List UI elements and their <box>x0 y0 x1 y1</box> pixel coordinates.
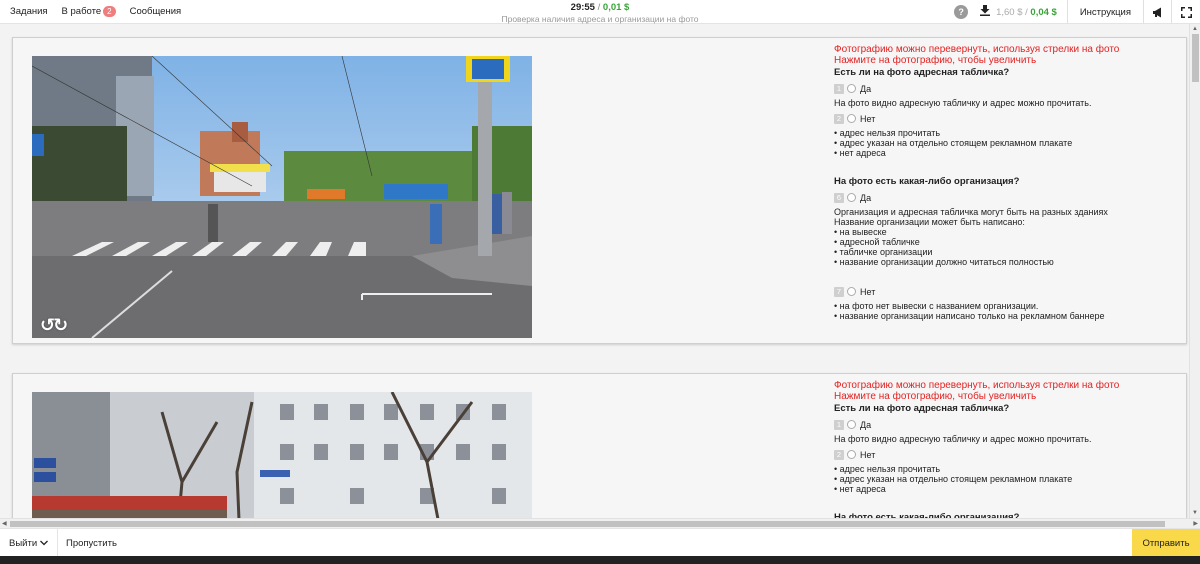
radio-org-no[interactable] <box>847 287 856 296</box>
street-photo[interactable] <box>32 392 532 528</box>
radio-org-yes[interactable] <box>847 193 856 202</box>
bullet: • адрес указан на отдельно стоящем рекла… <box>834 474 1073 484</box>
task-list: ↺↻ Фотографию можно перевернуть, использ… <box>0 24 1200 528</box>
os-taskbar <box>0 556 1200 564</box>
rotate-hint: Фотографию можно перевернуть, используя … <box>834 44 1120 55</box>
top-bar: Задания В работе 2 Сообщения 29:55 / 0,01… <box>0 0 1200 24</box>
bullet: • название организации написано только н… <box>834 311 1105 321</box>
timer: 29:55 <box>570 2 595 13</box>
option-address-yes[interactable]: 1 Да <box>834 419 1174 430</box>
scroll-up-arrow[interactable]: ▲ <box>1192 26 1198 32</box>
exit-label: Выйти <box>9 537 38 549</box>
scroll-left-arrow[interactable]: ◀ <box>2 520 7 527</box>
task-info: 29:55 / 0,01 $ Проверка наличия адреса и… <box>450 2 750 24</box>
balance-total: 1,60 $ <box>996 6 1023 18</box>
hotkey-badge: 2 <box>834 449 844 460</box>
task-price: 0,01 $ <box>602 2 630 13</box>
vertical-scrollbar[interactable]: ▲ ▼ <box>1189 24 1200 518</box>
bullet: • на фото нет вывески с названием органи… <box>834 301 1039 311</box>
bullet: • адрес нельзя прочитать <box>834 128 941 138</box>
rotate-hint: Фотографию можно перевернуть, используя … <box>834 380 1120 391</box>
bullet: • нет адреса <box>834 148 886 158</box>
vertical-scroll-thumb[interactable] <box>1192 34 1199 82</box>
radio-address-no[interactable] <box>847 114 856 123</box>
bullet: • на вывеске <box>834 227 887 237</box>
option-label: Нет <box>860 113 876 124</box>
scroll-right-arrow[interactable]: ▶ <box>1193 520 1198 527</box>
option-description: На фото видно адресную табличку и адрес … <box>834 98 1092 108</box>
hotkey-badge: 1 <box>834 83 844 94</box>
bullet: • название организации должно читаться п… <box>834 257 1054 267</box>
option-address-no[interactable]: 2 Нет <box>834 449 1174 460</box>
option-org-yes[interactable]: 6 Да <box>834 192 1174 203</box>
radio-address-yes[interactable] <box>847 420 856 429</box>
option-label: Да <box>860 419 872 430</box>
option-address-no[interactable]: 2 Нет <box>834 113 1174 124</box>
timer-line: 29:55 / 0,01 $ <box>450 2 750 14</box>
option-org-no[interactable]: 7 Нет <box>834 286 1174 297</box>
hotkey-badge: 1 <box>834 419 844 430</box>
radio-address-yes[interactable] <box>847 84 856 93</box>
horizontal-scrollbar[interactable]: ◀ ▶ <box>0 518 1200 528</box>
hotkey-badge: 2 <box>834 113 844 124</box>
option-description: На фото видно адресную табличку и адрес … <box>834 434 1092 444</box>
in-progress-count-badge: 2 <box>103 6 116 17</box>
task-subtitle: Проверка наличия адреса и организации на… <box>501 14 699 24</box>
bullet: • адрес указан на отдельно стоящем рекла… <box>834 138 1073 148</box>
option-label: Нет <box>860 286 876 297</box>
exit-button[interactable]: Выйти <box>0 529 59 557</box>
bullet: • табличке организации <box>834 247 933 257</box>
horizontal-scroll-thumb[interactable] <box>10 521 1165 527</box>
balance-current: 0,04 $ <box>1030 6 1057 18</box>
balance: 1,60 $ / 0,04 $ <box>996 0 1068 24</box>
radio-address-no[interactable] <box>847 450 856 459</box>
nav-in-progress[interactable]: В работе 2 <box>62 6 116 17</box>
bullet: • нет адреса <box>834 484 886 494</box>
nav-messages[interactable]: Сообщения <box>130 6 182 17</box>
megaphone-icon[interactable] <box>1144 0 1172 24</box>
send-button[interactable]: Отправить <box>1132 529 1200 557</box>
bottom-bar: Выйти Пропустить Отправить <box>0 528 1200 557</box>
right-tools: ? 1,60 $ / 0,04 $ Инструкция <box>954 0 1200 24</box>
task-card: ↺↻ Фотографию можно перевернуть, использ… <box>12 37 1187 344</box>
rotate-photo-icon[interactable]: ↺↻ <box>40 315 68 336</box>
question-panel: Фотографию можно перевернуть, используя … <box>834 44 1174 321</box>
nav-in-progress-label: В работе <box>61 6 102 17</box>
hotkey-badge: 7 <box>834 286 844 297</box>
question-organization: На фото есть какая-либо организация? <box>834 176 1020 187</box>
fullscreen-icon[interactable] <box>1172 0 1200 24</box>
timer-separator: / <box>597 2 601 13</box>
scroll-down-arrow[interactable]: ▼ <box>1192 510 1198 516</box>
option-label: Нет <box>860 449 876 460</box>
chevron-down-icon <box>40 538 49 549</box>
download-icon[interactable] <box>980 5 991 19</box>
question-address: Есть ли на фото адресная табличка? <box>834 403 1010 414</box>
bullet: • адресной табличке <box>834 237 920 247</box>
option-description: Организация и адресная табличка могут бы… <box>834 207 1108 217</box>
street-photo[interactable]: ↺↻ <box>32 56 532 338</box>
option-description: Название организации может быть написано… <box>834 217 1025 227</box>
task-card: Фотографию можно перевернуть, используя … <box>12 373 1187 528</box>
option-address-yes[interactable]: 1 Да <box>834 83 1174 94</box>
instruction-button[interactable]: Инструкция <box>1068 0 1144 24</box>
bullet: • адрес нельзя прочитать <box>834 464 941 474</box>
option-label: Да <box>860 83 872 94</box>
top-nav: Задания В работе 2 Сообщения <box>10 6 181 17</box>
option-label: Да <box>860 192 872 203</box>
nav-tasks[interactable]: Задания <box>10 6 48 17</box>
zoom-hint: Нажмите на фотографию, чтобы увеличить <box>834 391 1037 402</box>
zoom-hint: Нажмите на фотографию, чтобы увеличить <box>834 55 1037 66</box>
help-icon[interactable]: ? <box>954 5 969 19</box>
question-panel: Фотографию можно перевернуть, используя … <box>834 380 1174 523</box>
question-address: Есть ли на фото адресная табличка? <box>834 67 1010 78</box>
balance-separator: / <box>1025 6 1028 18</box>
skip-button[interactable]: Пропустить <box>54 529 129 557</box>
hotkey-badge: 6 <box>834 192 844 203</box>
